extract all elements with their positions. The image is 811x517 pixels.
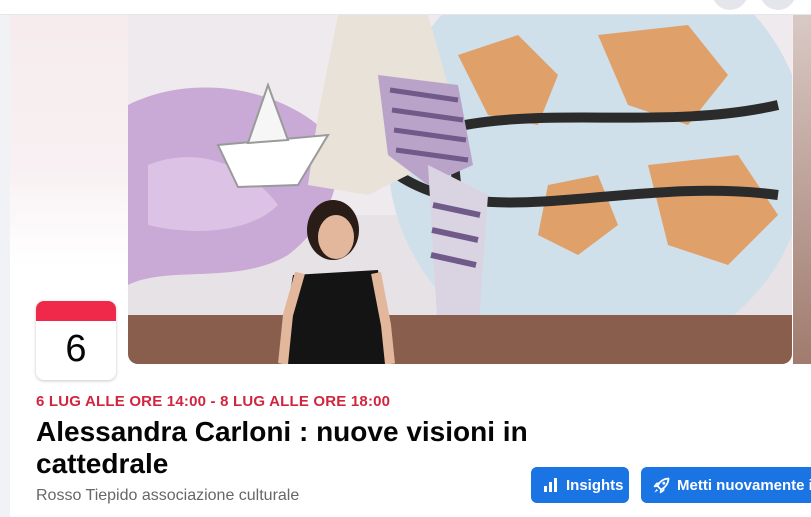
promote-again-button[interactable]: Metti nuovamente in [641, 467, 811, 503]
calendar-day-number: 6 [65, 328, 87, 370]
calendar-month-strip [36, 301, 116, 321]
bar-chart-icon [544, 478, 557, 492]
insights-button-label: Insights [566, 476, 624, 494]
event-title: Alessandra Carloni : nuove visioni in ca… [36, 416, 528, 479]
rocket-icon [653, 477, 670, 493]
event-header-card: 6 6 LUG ALLE ORE 14:00 - 8 LUG ALLE ORE … [10, 15, 811, 517]
calendar-date-badge: 6 [36, 301, 116, 380]
next-photo-peek [793, 15, 811, 364]
event-organizer-link[interactable]: Rosso Tiepido associazione culturale [36, 487, 299, 505]
nav-circle-button[interactable] [760, 0, 796, 10]
event-date-range: 6 LUG ALLE ORE 14:00 - 8 LUG ALLE ORE 18… [36, 393, 391, 410]
event-cover-photo[interactable] [128, 15, 792, 364]
nav-circle-button[interactable] [712, 0, 748, 10]
insights-button[interactable]: Insights [531, 467, 629, 503]
promote-again-button-label: Metti nuovamente in [677, 476, 811, 494]
top-navigation-bar [0, 0, 811, 15]
